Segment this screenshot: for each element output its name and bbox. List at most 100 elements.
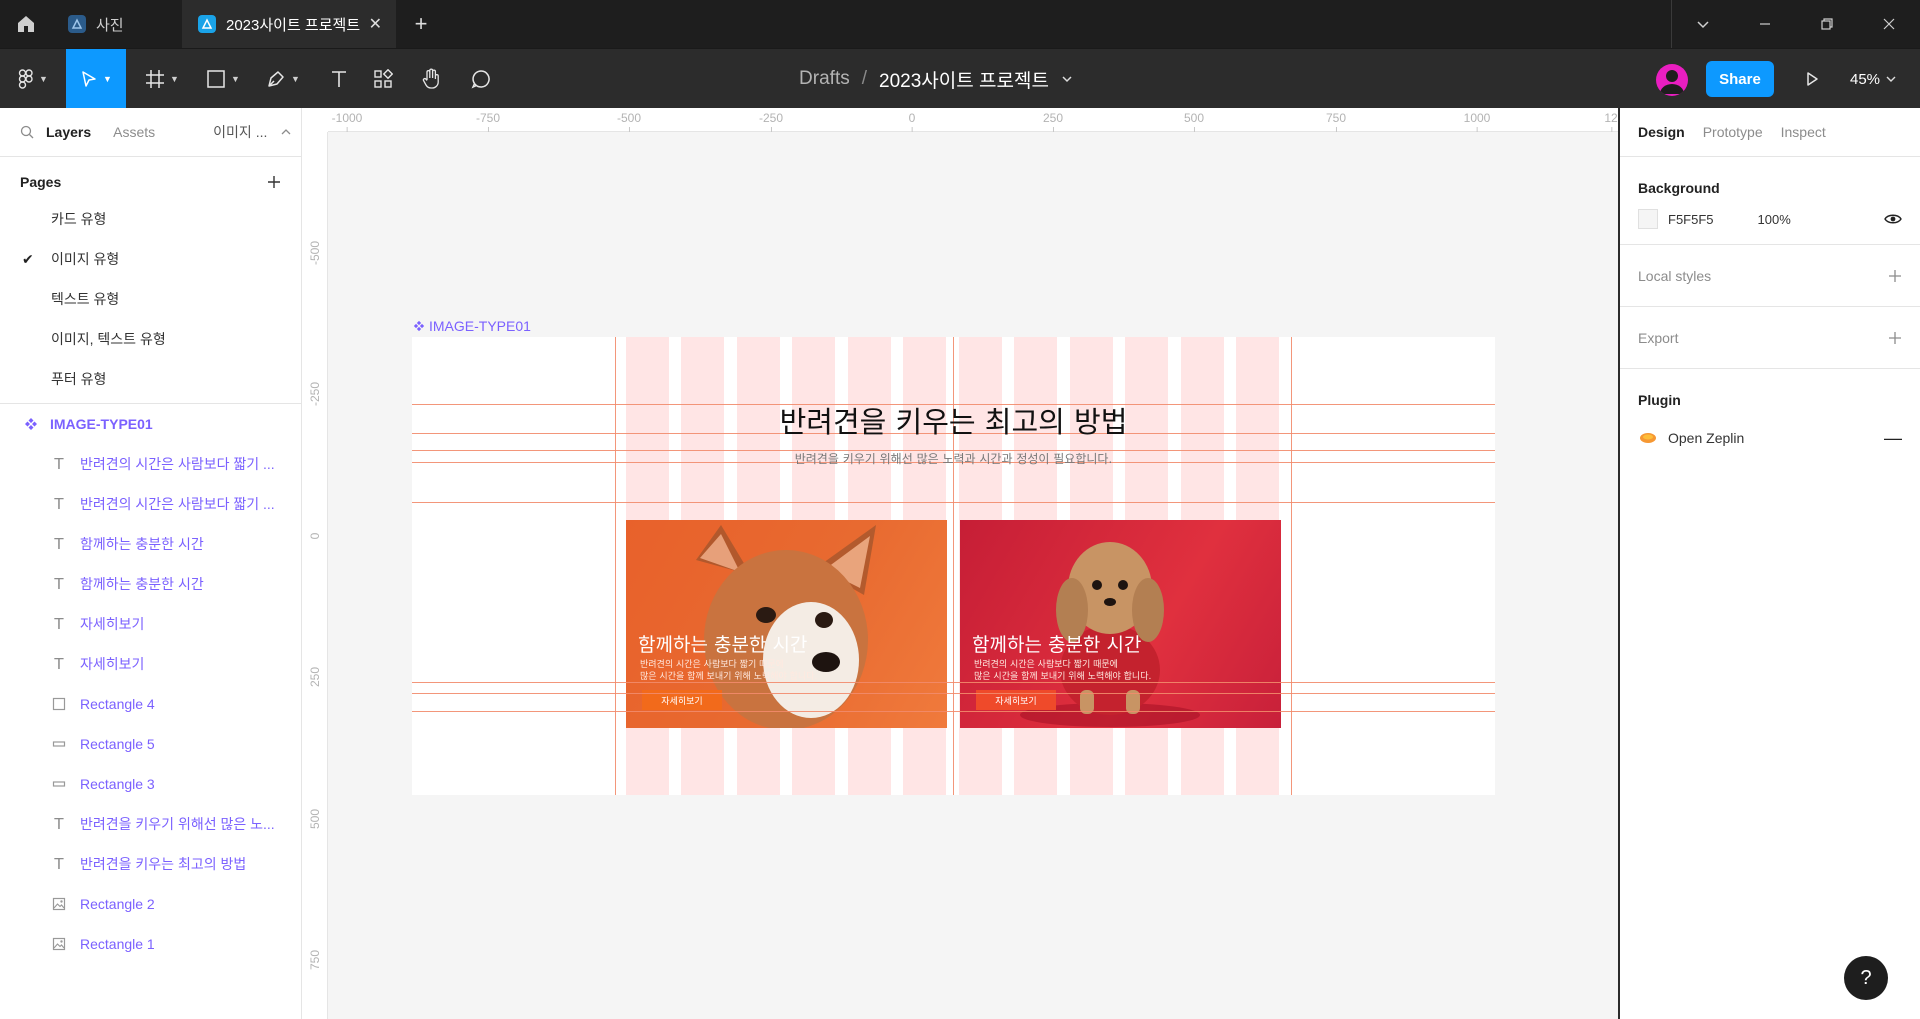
page-item-footer[interactable]: 푸터 유형 [0,359,301,399]
breadcrumb-drafts[interactable]: Drafts [799,68,850,90]
layer-item[interactable]: T 자세히보기 [0,604,301,644]
title-bar: 사진 2023사이트 프로젝트 ✕ + [0,0,1920,48]
layer-item[interactable]: T 반려견을 키우는 최고의 방법 [0,844,301,884]
pen-tool[interactable]: ▼ [258,49,308,109]
background-swatch[interactable] [1638,209,1658,229]
component-icon [413,320,425,332]
tab-prototype[interactable]: Prototype [1703,124,1763,140]
background-section: Background F5F5F5 100% [1620,157,1920,245]
layer-item[interactable]: T 반려견의 시간은 사람보다 짧기 ... [0,444,301,484]
tab-layers[interactable]: Layers [46,124,91,140]
move-tool[interactable]: ▼ [66,49,126,109]
help-button[interactable]: ? [1844,956,1888,1000]
tab-design[interactable]: Design [1638,124,1685,140]
home-button[interactable] [0,0,52,48]
tab-inspect[interactable]: Inspect [1781,124,1826,140]
layer-label: 반려견을 키우는 최고의 방법 [80,856,247,872]
new-tab-button[interactable]: + [396,0,446,48]
minus-icon[interactable]: — [1884,428,1902,449]
component-frame[interactable]: 반려견을 키우는 최고의 방법 반려견을 키우기 위해선 많은 노력과 시간과 … [412,337,1495,795]
resources-tool[interactable] [360,49,406,109]
share-button[interactable]: Share [1706,61,1774,97]
tab-photos[interactable]: 사진 [52,0,182,48]
avatar[interactable] [1656,64,1688,96]
figma-file-icon [198,15,216,33]
ruler-tick: 0 [908,111,916,132]
pen-icon [268,71,284,87]
tab-site-project[interactable]: 2023사이트 프로젝트 ✕ [182,0,396,48]
layer-item[interactable]: T 반려견을 키우기 위해선 많은 노... [0,804,301,844]
close-window-button[interactable] [1858,0,1920,48]
eye-icon[interactable] [1884,212,1902,226]
plus-icon: + [414,11,428,36]
window-controls [1671,0,1920,48]
file-name[interactable]: 2023사이트 프로젝트 [879,66,1049,93]
frame-label[interactable]: IMAGE-TYPE01 [413,318,531,334]
shape-tool[interactable]: ▼ [198,49,248,109]
layer-item[interactable]: Rectangle 5 [0,724,301,764]
chevron-down-icon[interactable] [1061,73,1073,85]
comment-tool[interactable] [458,49,504,109]
layer-label: Rectangle 2 [80,896,155,912]
plugin-item[interactable]: Open Zeplin — [1638,418,1902,458]
close-tab-icon[interactable]: ✕ [369,14,382,34]
ruler-tick: -1000 [331,111,363,132]
text-layer-icon: T [54,534,64,553]
figma-logo-icon [18,69,33,89]
chevron-down-icon: ▼ [291,74,300,84]
plus-icon[interactable] [1888,331,1902,345]
layer-item[interactable]: Rectangle 1 [0,924,301,964]
page-item-image[interactable]: ✔ 이미지 유형 [0,239,301,279]
ruler-corner [302,108,328,132]
layer-root-component[interactable]: IMAGE-TYPE01 [0,404,301,444]
layer-item[interactable]: T 반려견의 시간은 사람보다 짧기 ... [0,484,301,524]
layer-label: 함께하는 충분한 시간 [80,536,204,552]
layer-label: Rectangle 1 [80,936,155,952]
layer-item[interactable]: Rectangle 4 [0,684,301,724]
cursor-arrow-icon [82,71,96,87]
background-opacity[interactable]: 100% [1758,212,1791,227]
frame-subtitle[interactable]: 반려견을 키우기 위해선 많은 노력과 시간과 정성이 필요합니다. [412,450,1495,467]
chevron-down-icon [1697,21,1709,29]
minimize-button[interactable] [1734,0,1796,48]
tab-assets[interactable]: Assets [113,124,155,140]
add-page-icon[interactable] [267,175,281,189]
canvas[interactable]: -500 -250 0 250 500 750 -1000 -750 -500 … [302,108,1618,1019]
ruler-tick: 500 [308,808,322,830]
layer-item[interactable]: T 함께하는 충분한 시간 [0,564,301,604]
layer-item[interactable]: T 자세히보기 [0,644,301,684]
component-icon [23,416,39,432]
layer-item[interactable]: Rectangle 2 [0,884,301,924]
background-hex[interactable]: F5F5F5 [1668,212,1714,227]
search-icon[interactable] [20,125,34,139]
card-description: 반려견의 시간은 사람보다 짧기 때문에 많은 시간을 함께 보내기 위해 노력… [640,659,817,683]
ruler-tick: -500 [616,111,642,132]
page-item-card[interactable]: 카드 유형 [0,199,301,239]
minimize-icon [1760,23,1770,25]
tab-list-button[interactable] [1672,0,1734,48]
frame-tool[interactable]: ▼ [138,49,186,109]
section-title: Plugin [1638,391,1681,408]
layer-item[interactable]: Rectangle 3 [0,764,301,804]
current-page-select[interactable]: 이미지 ... [213,122,267,142]
chevron-down-icon: ▼ [170,74,179,84]
right-panel-tabs: Design Prototype Inspect [1620,108,1920,157]
text-tool[interactable] [316,49,362,109]
zoom-control[interactable]: 45% [1850,49,1896,109]
page-item-image-text[interactable]: 이미지, 텍스트 유형 [0,319,301,359]
page-item-text[interactable]: 텍스트 유형 [0,279,301,319]
frame-heading[interactable]: 반려견을 키우는 최고의 방법 [412,399,1495,441]
chevron-up-icon[interactable] [281,127,291,137]
main-menu-button[interactable]: ▼ [8,49,58,109]
plus-icon[interactable] [1888,269,1902,283]
page-label: 텍스트 유형 [51,291,120,307]
image-card-poodle[interactable]: 함께하는 충분한 시간 반려견의 시간은 사람보다 짧기 때문에 많은 시간을 … [960,520,1281,728]
layer-item[interactable]: T 함께하는 충분한 시간 [0,524,301,564]
page-label: 푸터 유형 [51,371,107,387]
hand-tool[interactable] [408,49,454,109]
text-layer-icon: T [54,814,64,833]
image-card-corgi[interactable]: 함께하는 충분한 시간 반려견의 시간은 사람보다 짧기 때문에 많은 시간을 … [626,520,947,728]
ruler-tick: 750 [308,949,322,971]
present-button[interactable] [1796,63,1828,95]
restore-button[interactable] [1796,0,1858,48]
